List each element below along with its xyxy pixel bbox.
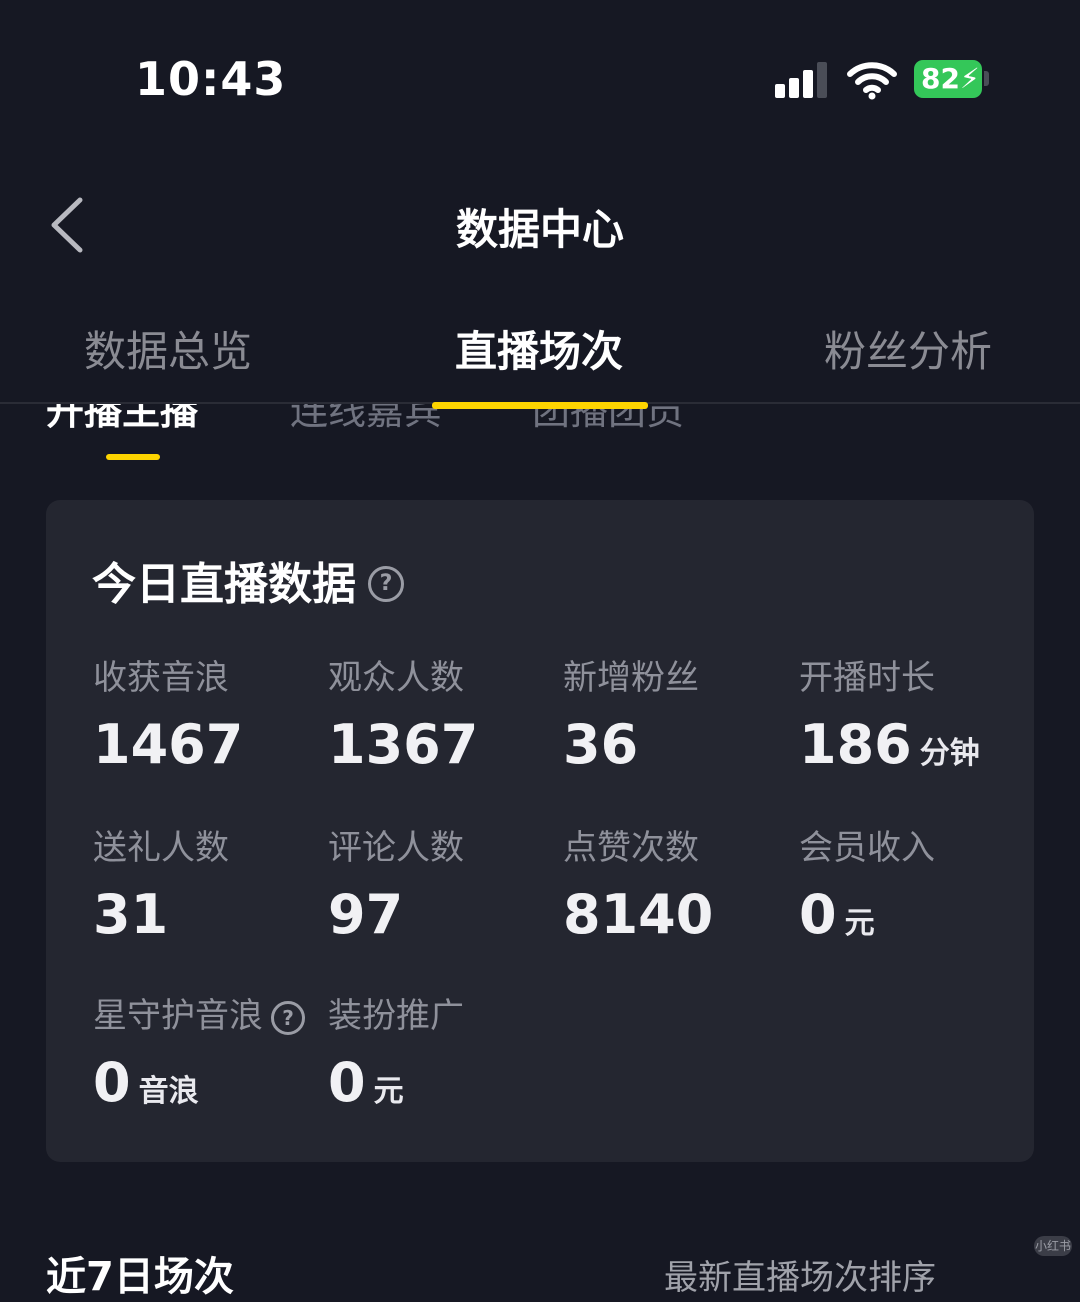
status-time: 10:43 — [135, 52, 287, 106]
stat-label: 会员收入 — [799, 828, 935, 868]
battery-tip — [984, 71, 989, 86]
section-heading: 近7日场次 — [46, 1254, 234, 1300]
help-circle-icon[interactable]: ? — [271, 1000, 305, 1035]
stat-number: 97 — [328, 883, 404, 946]
tab-overview[interactable]: 数据总览 — [84, 318, 252, 379]
stat-number: 36 — [563, 713, 639, 776]
tab-live-sessions[interactable]: 直播场次 — [455, 318, 623, 379]
wifi-icon — [847, 62, 897, 100]
stat-value: 186 分钟 — [799, 713, 1029, 776]
stat-label: 收获音浪 — [93, 658, 229, 698]
stat-item: 点赞次数 8140 — [563, 820, 793, 946]
sort-selector[interactable]: 最新直播场次排序 — [664, 1250, 936, 1299]
stat-unit: 元 — [373, 1074, 404, 1109]
stat-value: 31 — [93, 883, 323, 946]
stat-label: 点赞次数 — [563, 828, 699, 868]
tab-fan-analysis[interactable]: 粉丝分析 — [824, 318, 992, 379]
stat-label: 开播时长 — [799, 658, 935, 698]
stat-number: 1367 — [328, 713, 479, 776]
stat-item: 新增粉丝 36 — [563, 650, 793, 776]
subtab-guest[interactable]: 连线嘉宾 — [290, 404, 442, 435]
stat-label: 观众人数 — [328, 658, 464, 698]
main-tab-indicator — [432, 402, 648, 409]
stat-value: 0元 — [799, 883, 1029, 946]
stat-value: 1367 — [328, 713, 558, 776]
stat-value: 0 音浪 — [93, 1051, 323, 1114]
stat-item: 收获音浪 1467 — [93, 650, 323, 776]
today-live-data-card: 今日直播数据? 收获音浪 1467 观众人数 1367 新增粉丝 36 开播时长… — [46, 500, 1034, 1162]
stat-value: 0元 — [328, 1051, 558, 1114]
watermark-logo: 小红书 — [1034, 1236, 1072, 1256]
stat-label: 装扮推广 — [328, 996, 464, 1036]
stat-label: 新增粉丝 — [563, 658, 699, 698]
stat-number: 31 — [93, 883, 169, 946]
battery-level: 82 — [921, 62, 960, 95]
battery-icon: 82⚡ — [914, 60, 982, 98]
sub-tab-indicator — [106, 454, 160, 460]
charging-bolt-icon: ⚡ — [959, 62, 980, 95]
stat-value: 97 — [328, 883, 558, 946]
stat-item: 评论人数 97 — [328, 820, 558, 946]
subtab-host[interactable]: 开播主播 — [46, 404, 198, 435]
stat-item: 送礼人数 31 — [93, 820, 323, 946]
stat-number: 1467 — [93, 713, 244, 776]
stat-label: 送礼人数 — [93, 828, 229, 868]
stat-unit: 元 — [844, 906, 875, 941]
stat-item: 星守护音浪? 0 音浪 — [93, 988, 323, 1114]
stat-value: 36 — [563, 713, 793, 776]
signal-icon — [775, 62, 829, 98]
stat-value: 1467 — [93, 713, 323, 776]
stat-label-text: 星守护音浪 — [93, 996, 263, 1036]
stat-unit: 音浪 — [138, 1074, 199, 1109]
stat-value: 8140 — [563, 883, 793, 946]
stat-label: 星守护音浪? — [93, 988, 323, 1037]
stat-item: 装扮推广 0元 — [328, 988, 558, 1114]
stat-item: 开播时长 186 分钟 — [799, 650, 1029, 776]
page-title: 数据中心 — [455, 205, 624, 254]
stat-number: 186 — [799, 713, 912, 776]
stat-number: 8140 — [563, 883, 714, 946]
help-circle-icon[interactable]: ? — [368, 566, 404, 602]
sub-tab-bar: 开播主播 连线嘉宾 团播团员 — [0, 404, 1080, 474]
card-title: 今日直播数据? — [92, 548, 404, 612]
stat-item: 观众人数 1367 — [328, 650, 558, 776]
stat-label: 评论人数 — [328, 828, 464, 868]
card-title-text: 今日直播数据 — [92, 559, 356, 610]
stat-number: 0 — [328, 1051, 366, 1114]
stat-number: 0 — [93, 1051, 131, 1114]
stat-number: 0 — [799, 883, 837, 946]
stat-item: 会员收入 0元 — [799, 820, 1029, 946]
stat-unit: 分钟 — [919, 736, 980, 771]
